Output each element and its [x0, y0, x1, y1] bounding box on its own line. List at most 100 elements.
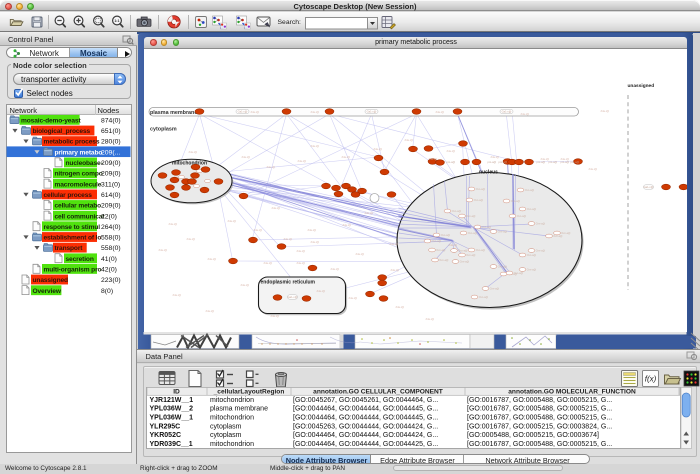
- svg-text:Oxn-a@: Oxn-a@: [466, 254, 476, 257]
- svg-text:Zda-t@: Zda-t@: [172, 293, 181, 297]
- svg-text:[GO:0044464, GO:0044444, GO:00: [GO:0044464, GO:0044444, GO:0044425, G..…: [293, 441, 438, 448]
- svg-text:209(0): 209(0): [101, 160, 121, 167]
- svg-text:209(...: 209(...: [101, 149, 120, 156]
- svg-text:f(x): f(x): [645, 374, 657, 383]
- svg-text:cellular process: cellular process: [44, 192, 93, 199]
- svg-text:651(0): 651(0): [101, 128, 121, 135]
- svg-text:plasma membrane: plasma membrane: [150, 110, 197, 116]
- svg-text:[GO:0005488, GO:0005215, GO:00: [GO:0005488, GO:0005215, GO:0003674]: [467, 432, 599, 439]
- svg-text:Oxn-a@: Oxn-a@: [451, 210, 461, 213]
- svg-text:Oxn-a@: Oxn-a@: [526, 269, 536, 272]
- svg-text:[GO:0016787, GO:0005488, GO:00: [GO:0016787, GO:0005488, GO:0005215, G..…: [467, 397, 612, 404]
- svg-text:Oxn-a@: Oxn-a@: [535, 250, 545, 253]
- svg-text:Zda-t@: Zda-t@: [355, 252, 364, 256]
- svg-text:Oxn-a@: Oxn-a@: [535, 223, 545, 226]
- svg-text:Zda-t@: Zda-t@: [404, 138, 413, 142]
- svg-text:mitochondrion: mitochondrion: [210, 441, 254, 448]
- svg-text:Oxn-a@: Oxn-a@: [510, 200, 520, 203]
- svg-text:cell communicat: cell communicat: [55, 213, 106, 220]
- svg-text:558(0): 558(0): [101, 245, 121, 252]
- svg-text:Zda-t@: Zda-t@: [227, 219, 236, 223]
- svg-text:Oxn-a@: Oxn-a@: [436, 249, 446, 252]
- svg-text:264(0): 264(0): [101, 224, 121, 231]
- svg-text:Ga1-x@: Ga1-x@: [287, 295, 297, 299]
- svg-text:Oxn-a@: Oxn-a@: [466, 215, 476, 218]
- svg-text:Oxn-a@: Oxn-a@: [475, 249, 485, 252]
- svg-text:[GO:0016787, GO:0005215, GO:00: [GO:0016787, GO:0005215, GO:0003824, G..…: [467, 423, 612, 430]
- svg-text:endoplasmic reticulum: endoplasmic reticulum: [260, 280, 315, 286]
- svg-text:Zda-t@: Zda-t@: [240, 283, 249, 287]
- svg-text:Zda-t@: Zda-t@: [310, 144, 319, 148]
- svg-text:unassigned: unassigned: [33, 277, 69, 284]
- svg-text:[GO:0044464, GO:0044444, GO:00: [GO:0044464, GO:0044444, GO:0044424, G..…: [293, 432, 438, 439]
- svg-text:Oxn-a@: Oxn-a@: [475, 188, 485, 191]
- svg-text:Zda-t@: Zda-t@: [364, 211, 373, 215]
- svg-text:209(0): 209(0): [101, 171, 121, 178]
- svg-text:annotation.GO MOLECULAR_FUNCTI: annotation.GO MOLECULAR_FUNCTION: [508, 388, 636, 395]
- svg-text:Ga1-x@: Ga1-x@: [501, 110, 511, 114]
- svg-text:Zda-t@: Zda-t@: [341, 155, 350, 159]
- svg-text:Oxn-a@: Oxn-a@: [497, 231, 507, 234]
- svg-text:[GO:0016787, GO:0005488, GO:00: [GO:0016787, GO:0005488, GO:0005215, G..…: [467, 415, 612, 422]
- svg-text:Zda-t@: Zda-t@: [250, 110, 259, 114]
- svg-text:mitochondrion: mitochondrion: [210, 397, 254, 404]
- svg-text:mitochondrion: mitochondrion: [210, 415, 254, 422]
- svg-text:ID: ID: [173, 388, 180, 395]
- svg-text:Ga1-x@: Ga1-x@: [237, 110, 247, 114]
- svg-text:22(0): 22(0): [101, 213, 117, 220]
- svg-text:Zda-t@: Zda-t@: [297, 159, 306, 163]
- svg-text:Zda-t@: Zda-t@: [435, 110, 444, 114]
- svg-text:cellular metabo: cellular metabo: [55, 203, 102, 210]
- svg-text:response to stimul: response to stimul: [44, 224, 101, 231]
- svg-text:[GO:0045267, GO:0045261, GO:00: [GO:0045267, GO:0045261, GO:0044464, G..…: [293, 397, 438, 404]
- svg-text:614(0): 614(0): [101, 192, 121, 199]
- svg-text:[GO:0044464, GO:0044444, GO:00: [GO:0044464, GO:0044444, GO:0044445, G..…: [293, 415, 438, 422]
- svg-text:Zda-t@: Zda-t@: [207, 257, 216, 261]
- svg-text:Zda-t@: Zda-t@: [316, 289, 325, 293]
- svg-text:209(0): 209(0): [101, 203, 121, 210]
- svg-text:cytoplasm: cytoplasm: [210, 423, 242, 430]
- svg-text:874(0): 874(0): [101, 117, 121, 124]
- svg-text:Zda-t@: Zda-t@: [600, 109, 609, 113]
- svg-text:Ga1-x@: Ga1-x@: [366, 110, 376, 114]
- svg-text:biological_process: biological_process: [33, 128, 91, 135]
- svg-text:Zda-t@: Zda-t@: [390, 268, 399, 272]
- svg-text:macromolecule: macromolecule: [55, 181, 102, 188]
- svg-text:280(0): 280(0): [101, 139, 121, 146]
- svg-text:558(0): 558(0): [101, 235, 121, 242]
- svg-text:42(0): 42(0): [101, 267, 117, 274]
- svg-text:Oxn-a@: Oxn-a@: [440, 234, 450, 237]
- svg-text:Zda-t@: Zda-t@: [588, 167, 597, 171]
- svg-text:Oxn-a@: Oxn-a@: [458, 250, 468, 253]
- svg-text:Zda-t@: Zda-t@: [307, 228, 316, 232]
- svg-text:Oxn-a@: Oxn-a@: [489, 288, 499, 291]
- svg-text:Oxn-a@: Oxn-a@: [473, 199, 483, 202]
- svg-text:Zda-t@: Zda-t@: [448, 243, 457, 247]
- svg-text:41(0): 41(0): [101, 256, 117, 263]
- svg-text:pro-a@: pro-a@: [536, 160, 545, 164]
- svg-text:Oxn-a@: Oxn-a@: [431, 240, 441, 243]
- svg-text:YKR052C: YKR052C: [150, 432, 182, 439]
- svg-text:Oxn-a@: Oxn-a@: [439, 259, 449, 262]
- svg-text:8(0): 8(0): [101, 288, 113, 295]
- svg-text:Oxn-a@: Oxn-a@: [513, 272, 523, 275]
- svg-text:mosaic-demo-yeast: mosaic-demo-yeast: [21, 117, 81, 124]
- svg-text:Zda-t@: Zda-t@: [342, 223, 351, 227]
- svg-text:nucleobase-: nucleobase-: [66, 160, 103, 167]
- svg-text:pro-a@: pro-a@: [570, 160, 579, 164]
- svg-text:Zda-t@: Zda-t@: [310, 240, 319, 244]
- svg-text:Oxn-a@: Oxn-a@: [467, 232, 477, 235]
- svg-text:Zda-t@: Zda-t@: [270, 314, 279, 318]
- svg-text:Oxn-a@: Oxn-a@: [553, 235, 563, 238]
- svg-text:Zda-t@: Zda-t@: [263, 261, 272, 265]
- svg-text:cytoplasm: cytoplasm: [210, 432, 242, 439]
- svg-text:Zda-t@: Zda-t@: [266, 165, 275, 169]
- svg-text:Zda-t@: Zda-t@: [296, 249, 305, 253]
- svg-text:[GO:0044464, GO:0044444, GO:00: [GO:0044464, GO:0044444, GO:0044445, G..…: [293, 406, 438, 413]
- svg-text:pro-a@: pro-a@: [446, 160, 455, 164]
- svg-text:pro-a@: pro-a@: [498, 160, 507, 164]
- svg-text:Zda-t@: Zda-t@: [330, 267, 339, 271]
- svg-text:Zda-t@: Zda-t@: [241, 155, 250, 159]
- svg-text:Zda-t@: Zda-t@: [310, 110, 319, 114]
- svg-text:Oxn-a@: Oxn-a@: [524, 189, 534, 192]
